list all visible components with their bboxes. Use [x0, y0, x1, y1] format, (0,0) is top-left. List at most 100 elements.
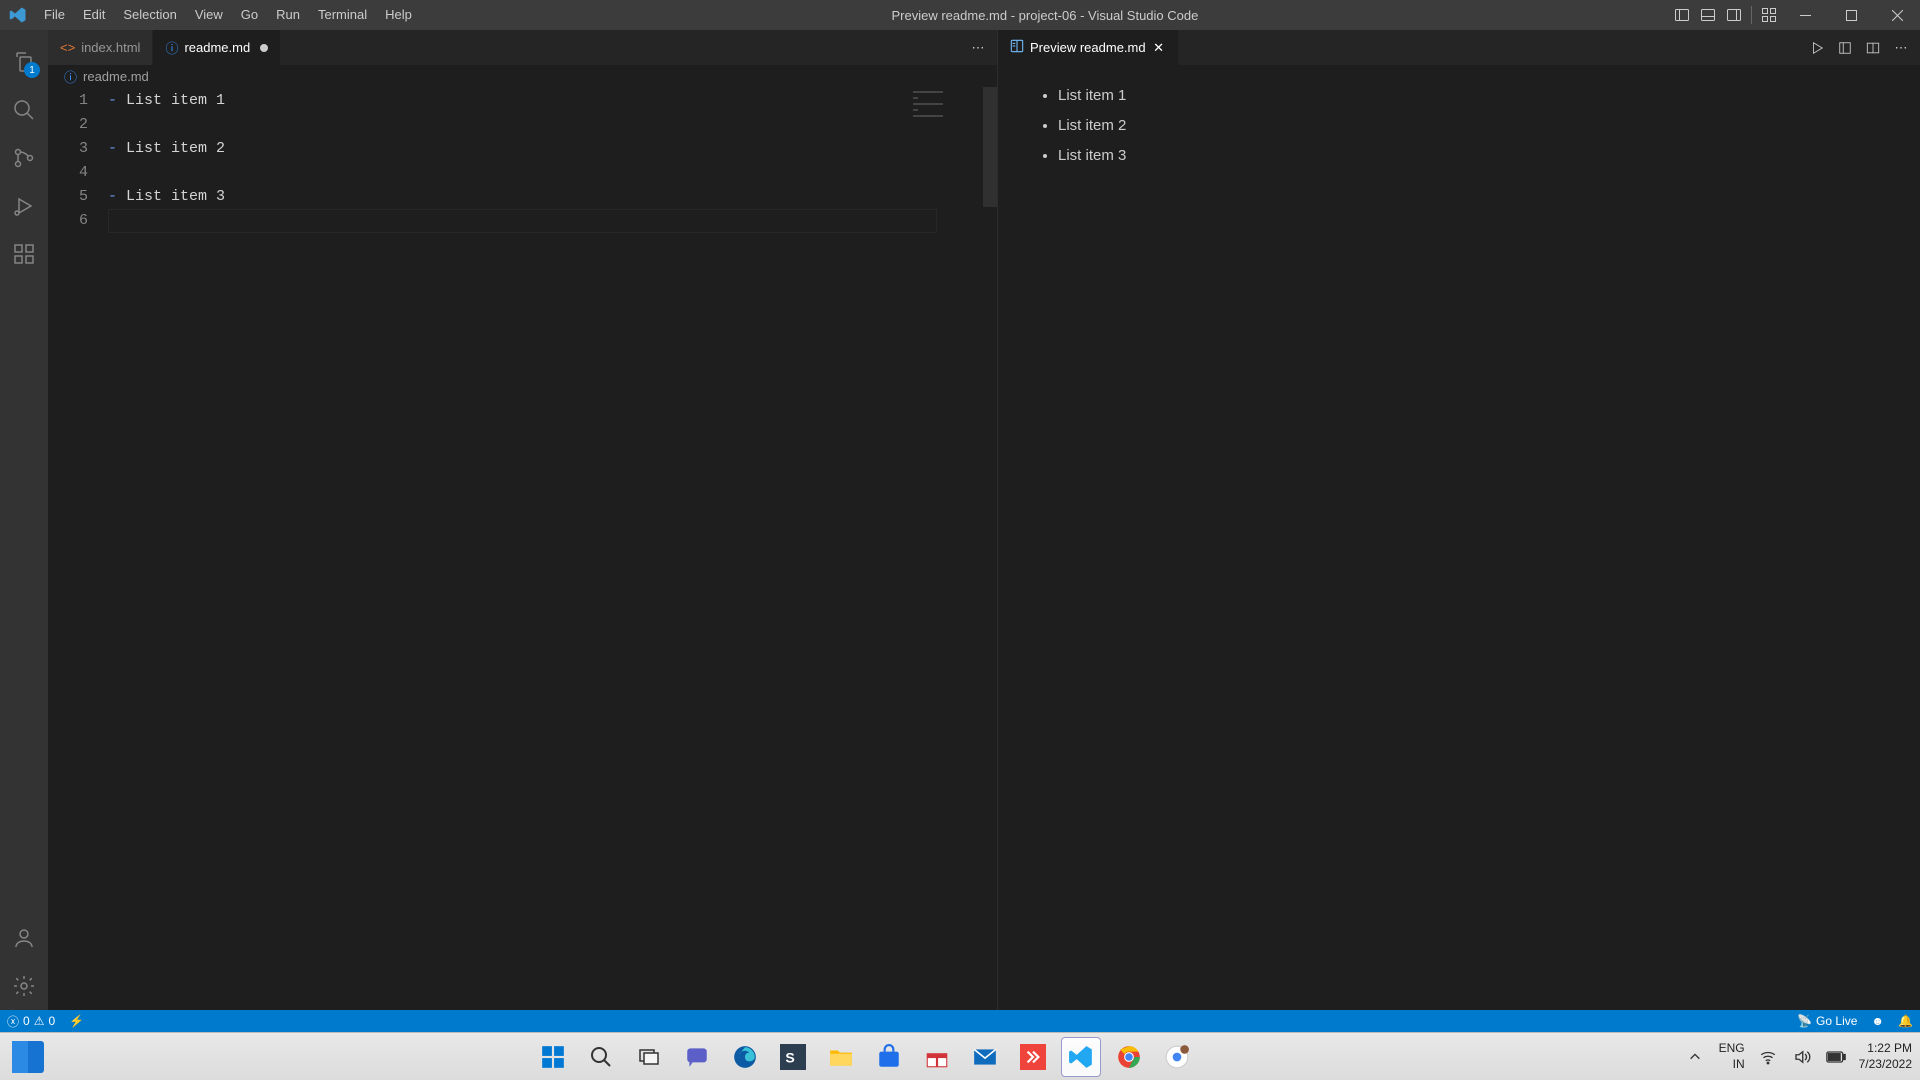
split-editor-icon[interactable]	[1862, 37, 1884, 59]
activity-explorer[interactable]: 1	[0, 38, 48, 86]
run-icon[interactable]	[1806, 37, 1828, 59]
volume-icon[interactable]	[1791, 1037, 1813, 1077]
line-number: 3	[48, 137, 88, 161]
task-view-button[interactable]	[629, 1037, 669, 1077]
tab-actions-right: ⋯	[1806, 30, 1920, 65]
taskbar-chevron-up-icon[interactable]	[1683, 1037, 1707, 1077]
tab-preview-readme[interactable]: Preview readme.md ✕	[998, 30, 1179, 65]
wifi-icon[interactable]	[1757, 1037, 1779, 1077]
taskbar-app-explorer[interactable]	[821, 1037, 861, 1077]
start-button[interactable]	[533, 1037, 573, 1077]
vscode-logo-icon	[0, 6, 35, 24]
status-problems[interactable]: ⓧ0 ⚠0	[0, 1010, 62, 1032]
editor-body[interactable]: 1 2 3 4 5 6 - List item 1 - List item 2 …	[48, 87, 997, 1010]
maximize-button[interactable]	[1828, 0, 1874, 30]
status-ports[interactable]: ⚡	[62, 1010, 91, 1032]
code-content[interactable]: - List item 1 - List item 2 - List item …	[108, 87, 997, 1010]
menu-file[interactable]: File	[35, 0, 74, 30]
menu-bar: File Edit Selection View Go Run Terminal…	[35, 0, 421, 30]
dirty-indicator-icon	[260, 44, 268, 52]
editor-area: <> index.html ⓘ readme.md ⋯ ⓘ readme.md	[48, 30, 1920, 1010]
taskbar-app-chat[interactable]	[677, 1037, 717, 1077]
show-source-icon[interactable]	[1834, 37, 1856, 59]
taskbar-app-chrome-profile[interactable]	[1157, 1037, 1197, 1077]
toggle-secondary-sidebar-icon[interactable]	[1721, 0, 1747, 30]
tab-label: Preview readme.md	[1030, 40, 1146, 55]
preview-list-item: List item 2	[1058, 111, 1880, 141]
info-icon: ⓘ	[165, 38, 178, 57]
tab-actions-left: ⋯	[967, 30, 997, 65]
markdown-preview[interactable]: List item 1 List item 2 List item 3	[998, 65, 1920, 1010]
line-number: 5	[48, 185, 88, 209]
close-button[interactable]	[1874, 0, 1920, 30]
status-feedback[interactable]: ☻	[1864, 1010, 1891, 1032]
status-golive[interactable]: 📡Go Live	[1790, 1010, 1864, 1032]
tabs-left: <> index.html ⓘ readme.md ⋯	[48, 30, 997, 65]
status-notifications[interactable]: 🔔	[1891, 1010, 1920, 1032]
window-title: Preview readme.md - project-06 - Visual …	[421, 8, 1669, 23]
explorer-badge: 1	[24, 62, 40, 78]
preview-list-item: List item 1	[1058, 81, 1880, 111]
menu-edit[interactable]: Edit	[74, 0, 114, 30]
feedback-icon: ☻	[1871, 1014, 1884, 1028]
menu-terminal[interactable]: Terminal	[309, 0, 376, 30]
close-icon[interactable]: ✕	[1152, 41, 1166, 55]
activity-source-control[interactable]	[0, 134, 48, 182]
more-actions-icon[interactable]: ⋯	[1890, 37, 1912, 59]
preview-icon	[1010, 39, 1024, 56]
activity-accounts[interactable]	[0, 914, 48, 962]
menu-run[interactable]: Run	[267, 0, 309, 30]
toggle-panel-icon[interactable]	[1695, 0, 1721, 30]
svg-text:S: S	[786, 1049, 795, 1065]
preview-list-item: List item 3	[1058, 141, 1880, 171]
taskbar-app-gift[interactable]	[917, 1037, 957, 1077]
titlebar: File Edit Selection View Go Run Terminal…	[0, 0, 1920, 30]
tabs-right: Preview readme.md ✕ ⋯	[998, 30, 1920, 65]
breadcrumbs[interactable]: ⓘ readme.md	[48, 65, 997, 87]
info-icon: ⓘ	[64, 67, 77, 86]
line-number: 4	[48, 161, 88, 185]
warning-icon: ⚠	[34, 1014, 45, 1028]
breadcrumb-file: readme.md	[83, 69, 149, 84]
activity-search[interactable]	[0, 86, 48, 134]
activity-settings[interactable]	[0, 962, 48, 1010]
battery-icon[interactable]	[1825, 1037, 1847, 1077]
line-number: 6	[48, 209, 88, 233]
widgets-button[interactable]	[8, 1037, 48, 1077]
customize-layout-icon[interactable]	[1756, 0, 1782, 30]
menu-selection[interactable]: Selection	[114, 0, 185, 30]
editor-group-right: Preview readme.md ✕ ⋯ List item 1 List i…	[998, 30, 1920, 1010]
menu-help[interactable]: Help	[376, 0, 421, 30]
taskbar-app-edge[interactable]	[725, 1037, 765, 1077]
line-number: 1	[48, 89, 88, 113]
error-icon: ⓧ	[7, 1013, 19, 1030]
taskbar-clock[interactable]: 1:22 PM7/23/2022	[1859, 1041, 1912, 1072]
minimize-button[interactable]	[1782, 0, 1828, 30]
taskbar-app-mail[interactable]	[965, 1037, 1005, 1077]
statusbar: ⓧ0 ⚠0 ⚡ 📡Go Live ☻ 🔔	[0, 1010, 1920, 1032]
activity-run-debug[interactable]	[0, 182, 48, 230]
tab-readme-md[interactable]: ⓘ readme.md	[153, 30, 281, 65]
separator	[1751, 6, 1752, 24]
tab-label: readme.md	[184, 40, 250, 55]
menu-view[interactable]: View	[186, 0, 232, 30]
taskbar-app-vscode[interactable]	[1061, 1037, 1101, 1077]
workbench: 1 <> index.html ⓘ readme.md	[0, 30, 1920, 1010]
bell-icon: 🔔	[1898, 1014, 1913, 1028]
menu-go[interactable]: Go	[232, 0, 267, 30]
broadcast-icon: 📡	[1797, 1014, 1812, 1028]
more-actions-icon[interactable]: ⋯	[967, 37, 989, 59]
window-controls	[1669, 0, 1920, 30]
editor-group-left: <> index.html ⓘ readme.md ⋯ ⓘ readme.md	[48, 30, 998, 1010]
taskbar-app-store[interactable]	[869, 1037, 909, 1077]
html-icon: <>	[60, 40, 75, 55]
activity-bar: 1	[0, 30, 48, 1010]
search-button[interactable]	[581, 1037, 621, 1077]
tab-index-html[interactable]: <> index.html	[48, 30, 153, 65]
taskbar-app-anydesk[interactable]	[1013, 1037, 1053, 1077]
toggle-primary-sidebar-icon[interactable]	[1669, 0, 1695, 30]
taskbar-language[interactable]: ENGIN	[1719, 1041, 1745, 1072]
taskbar-app-sharex[interactable]: S	[773, 1037, 813, 1077]
taskbar-app-chrome[interactable]	[1109, 1037, 1149, 1077]
activity-extensions[interactable]	[0, 230, 48, 278]
